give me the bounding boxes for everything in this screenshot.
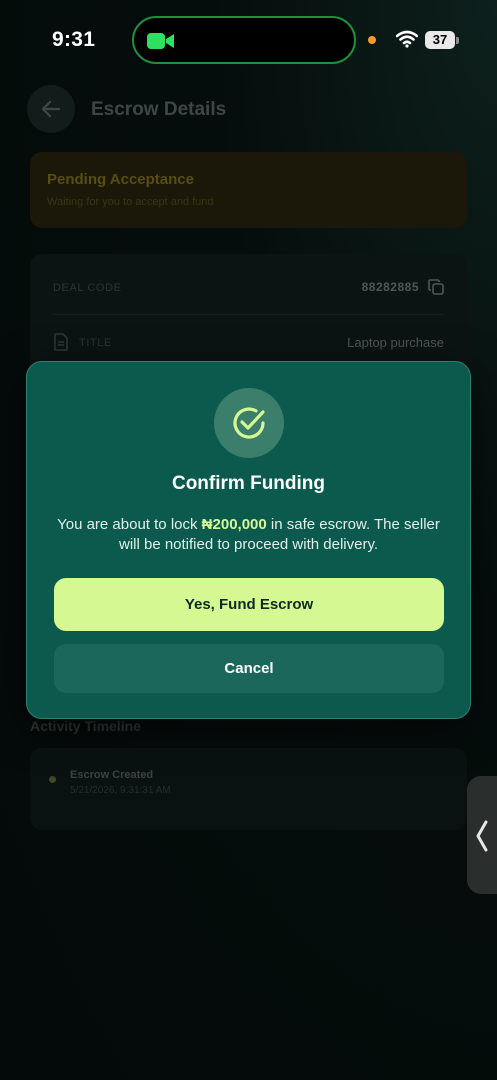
timeline-heading: Activity Timeline (30, 718, 142, 734)
status-title: Pending Acceptance (47, 171, 194, 188)
document-icon (54, 333, 68, 351)
modal-message-prefix: You are about to lock (57, 516, 202, 533)
status-card: Pending Acceptance Waiting for you to ac… (30, 152, 467, 228)
modal-icon-circle (214, 388, 284, 458)
title-value: Laptop purchase (347, 335, 444, 350)
fund-escrow-button[interactable]: Yes, Fund Escrow (54, 578, 444, 631)
chevron-left-icon (476, 820, 488, 852)
back-button[interactable] (27, 85, 75, 133)
escrow-amount: ₦200,000 (201, 516, 267, 533)
confirm-funding-modal: Confirm Funding You are about to lock ₦2… (26, 361, 471, 719)
check-circle-icon (233, 407, 265, 439)
modal-message: You are about to lock ₦200,000 in safe e… (57, 515, 440, 555)
copy-icon[interactable] (427, 278, 445, 296)
title-label: TITLE (79, 337, 112, 349)
status-subtitle: Waiting for you to accept and fund (47, 196, 214, 208)
timeline-card: Escrow Created 5/21/2026, 9:31:31 AM (30, 748, 467, 830)
deal-code-label: DEAL CODE (53, 282, 122, 294)
arrow-left-icon (41, 100, 61, 118)
side-panel-handle[interactable] (467, 776, 497, 894)
timeline-item-title: Escrow Created (70, 769, 154, 781)
page-title: Escrow Details (91, 99, 227, 120)
deal-code-value: 88282885 (361, 280, 419, 294)
divider (53, 314, 444, 315)
timeline-item-time: 5/21/2026, 9:31:31 AM (70, 785, 171, 796)
app-screen: 9:31 37 Escrow Details Pending Acceptanc… (0, 0, 497, 1080)
cancel-button[interactable]: Cancel (54, 644, 444, 693)
modal-title: Confirm Funding (171, 473, 326, 494)
deal-details-card: DEAL CODE 88282885 TITLE Laptop purchase (30, 254, 467, 374)
timeline-dot (49, 776, 56, 783)
